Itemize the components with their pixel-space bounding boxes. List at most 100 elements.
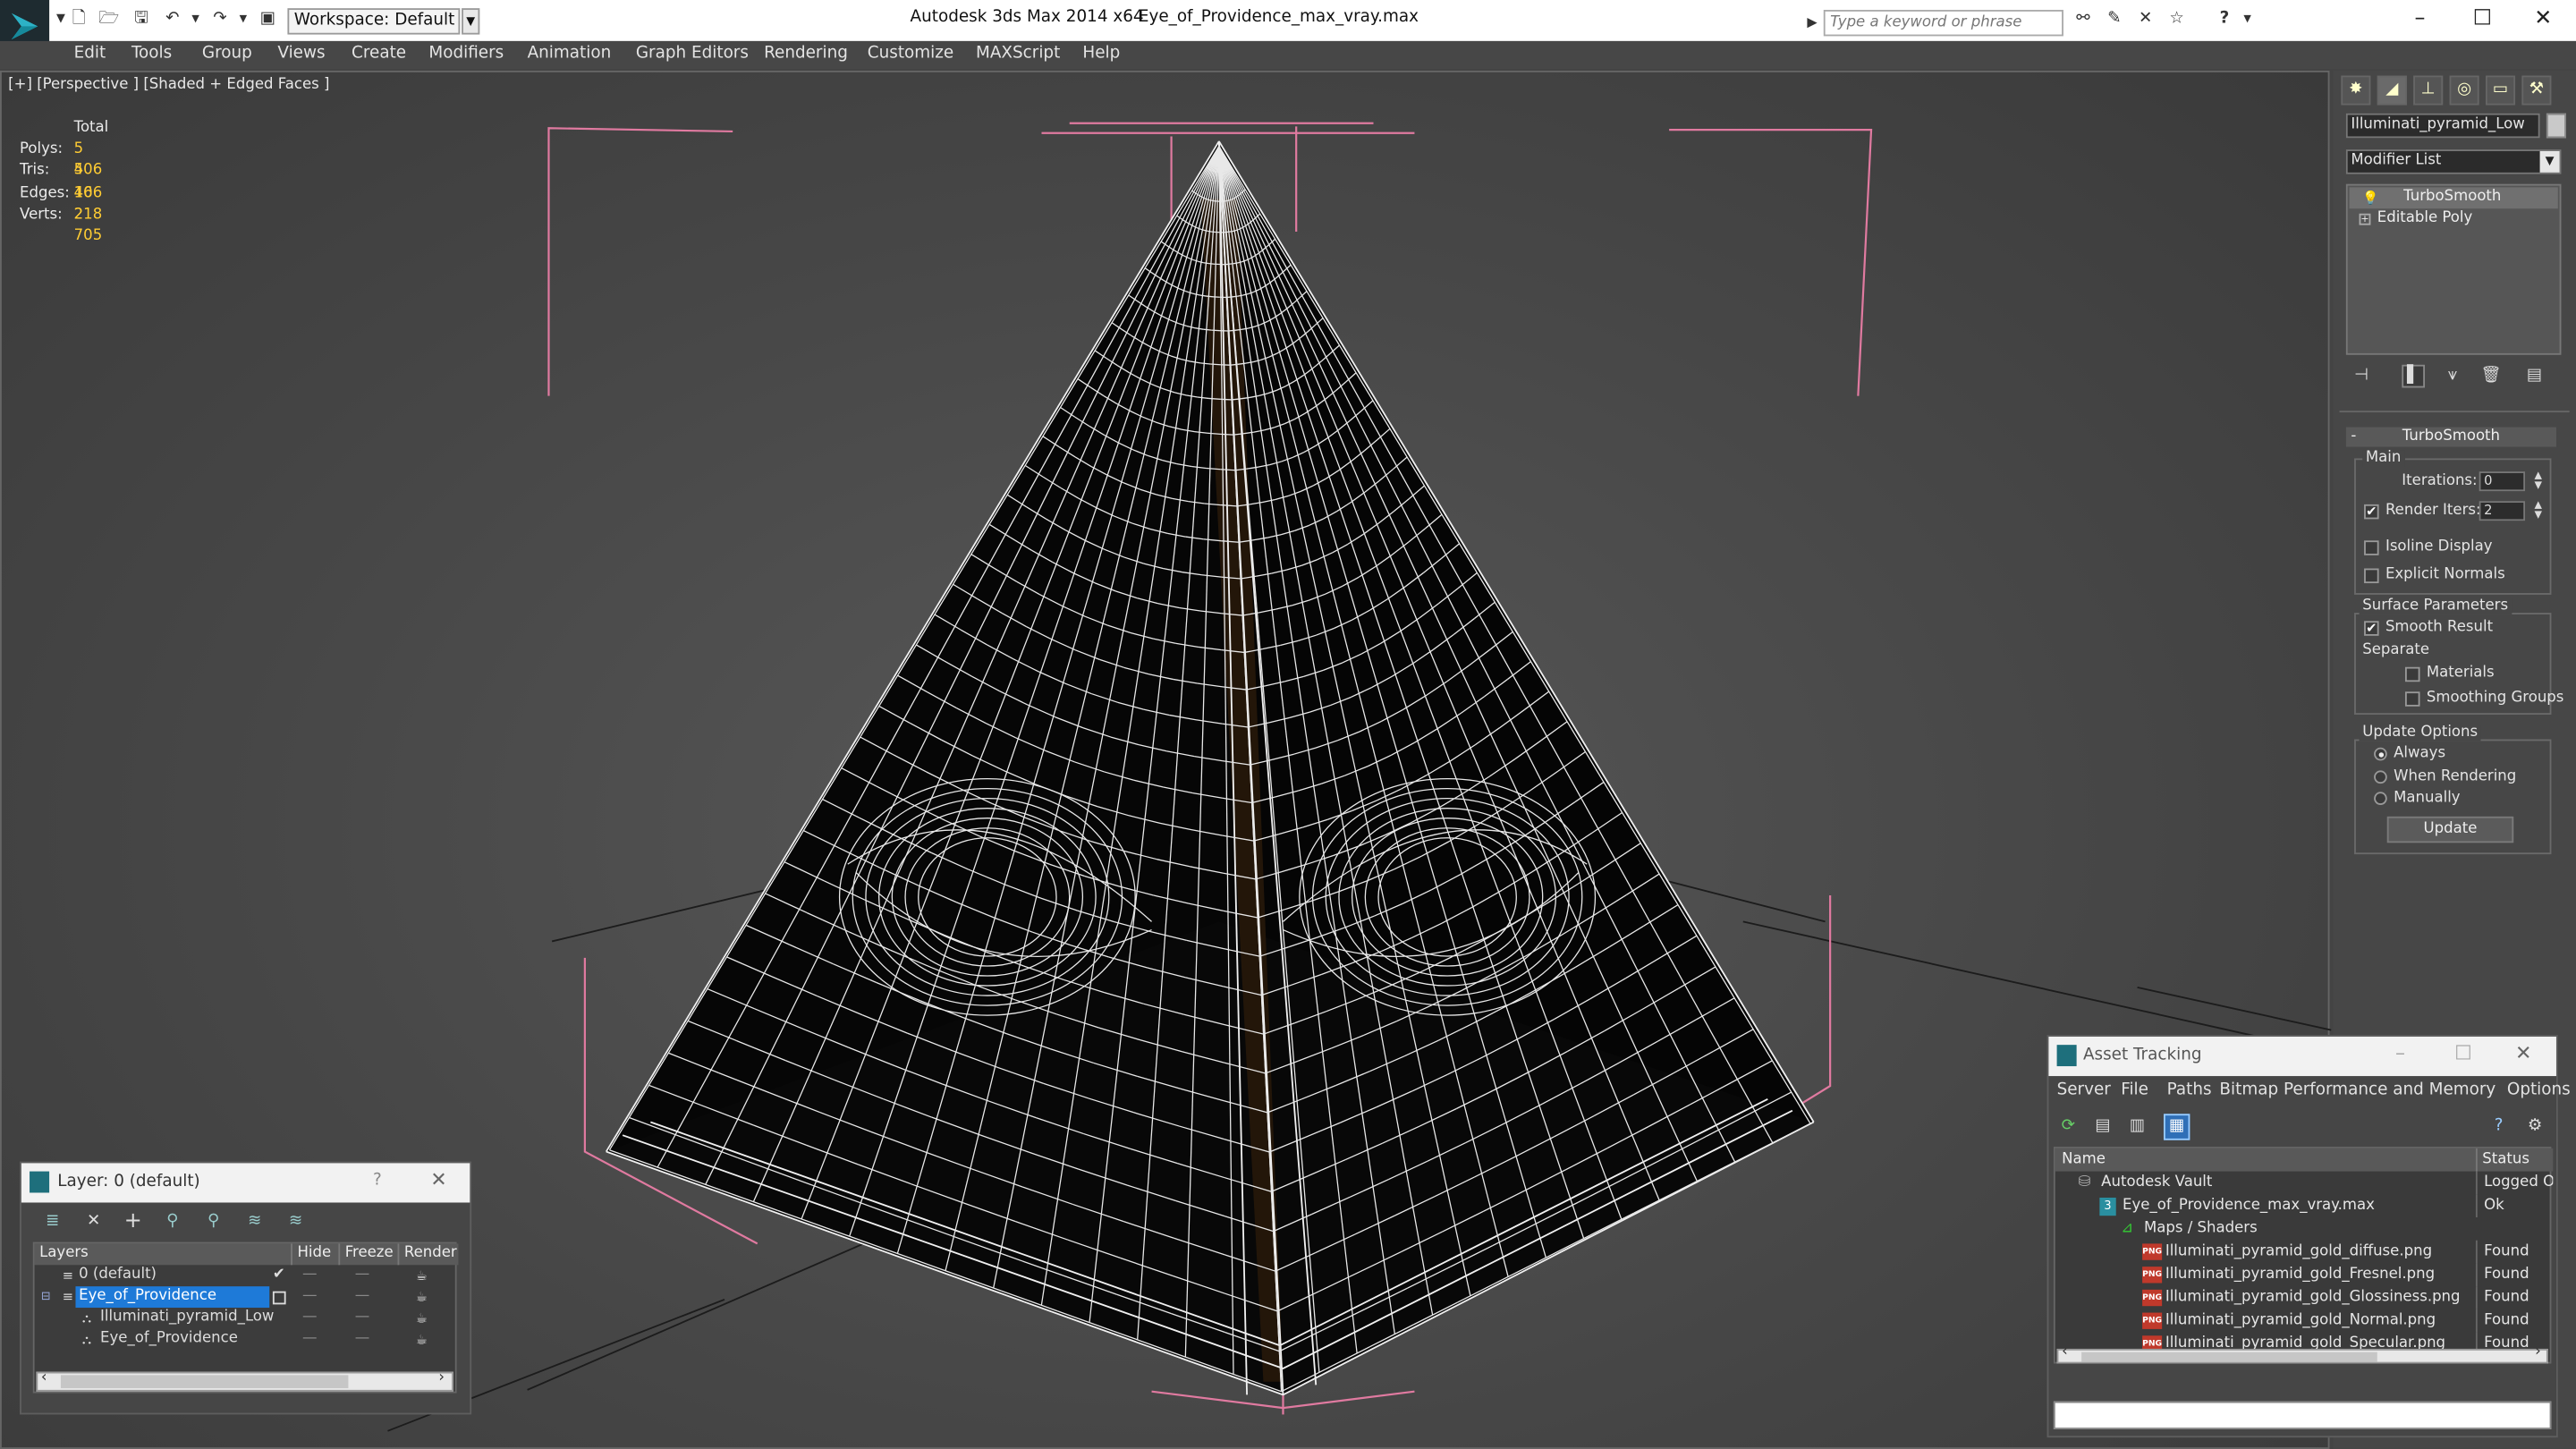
remove-modifier-icon[interactable]: 🗑 xyxy=(2480,367,2501,385)
hide-toggle[interactable]: — xyxy=(302,1329,318,1351)
layer-help-icon[interactable]: ? xyxy=(373,1172,382,1190)
menu-rendering[interactable]: Rendering xyxy=(764,45,848,63)
delete-layer-icon[interactable]: ✕ xyxy=(84,1213,104,1233)
refresh-icon[interactable]: ⟳ xyxy=(2058,1117,2078,1137)
iterations-spinner-arrows-icon[interactable]: ▲ ▼ xyxy=(2531,470,2545,491)
collapse-minus-icon[interactable]: - xyxy=(2351,428,2356,447)
col-status[interactable]: Status xyxy=(2482,1148,2529,1172)
scroll-left-icon[interactable]: ‹ xyxy=(41,1370,47,1386)
freeze-toggle[interactable]: — xyxy=(355,1286,370,1308)
asset-horizontal-scrollbar[interactable]: ‹ › xyxy=(2056,1343,2548,1364)
favorites-star-icon[interactable]: ☆ xyxy=(2165,10,2189,28)
scroll-left-icon[interactable]: ‹ xyxy=(2062,1343,2068,1360)
active-layer-box[interactable] xyxy=(272,1291,286,1305)
search-input[interactable]: Type a keyword or phrase xyxy=(1823,10,2063,37)
collapse-icon[interactable]: ⊟ xyxy=(41,1286,51,1308)
list-view-icon[interactable]: ▤ xyxy=(2093,1117,2113,1137)
asset-row[interactable]: PNG Illuminati_pyramid_gold_Normal.png Fou… xyxy=(2055,1309,2554,1333)
turbosmooth-rollout-header[interactable]: - TurboSmooth xyxy=(2345,427,2556,447)
layer-window-titlebar[interactable]: Layer: 0 (default) ? ✕ xyxy=(21,1163,470,1203)
update-button[interactable]: Update xyxy=(2386,816,2514,843)
asset-row[interactable]: ⛁ Autodesk Vault Logged O xyxy=(2055,1171,2553,1195)
render-teapot-icon[interactable]: ☕ xyxy=(416,1308,428,1329)
asset-menu-file[interactable]: File xyxy=(2121,1081,2148,1099)
col-render[interactable]: Render xyxy=(404,1243,457,1265)
highlight-layer-icon[interactable]: ⚲ xyxy=(204,1213,224,1233)
scroll-right-icon[interactable]: › xyxy=(438,1370,445,1386)
iterations-spinner[interactable]: 0 xyxy=(2479,471,2526,492)
always-radio[interactable] xyxy=(2374,747,2387,761)
app-menu-arrow-icon[interactable]: ▼ xyxy=(51,10,71,28)
search-expand-icon[interactable]: ▶ xyxy=(1807,10,1822,36)
redo-arrow-icon[interactable]: ▼ xyxy=(233,10,253,28)
asset-tracking-titlebar[interactable]: Asset Tracking – ☐ ✕ xyxy=(2048,1036,2556,1077)
layer-horizontal-scrollbar[interactable]: ‹ › xyxy=(36,1370,453,1392)
freeze-toggle[interactable]: — xyxy=(355,1329,370,1351)
object-color-swatch[interactable] xyxy=(2546,113,2566,139)
redo-icon[interactable]: ↷ xyxy=(210,10,230,28)
stack-item-turbosmooth[interactable]: 💡 TurboSmooth xyxy=(2349,187,2558,209)
undo-arrow-icon[interactable]: ▼ xyxy=(186,10,206,28)
hierarchy-tab-icon[interactable]: ⊥ xyxy=(2413,75,2444,106)
asset-close-icon[interactable]: ✕ xyxy=(2515,1041,2531,1064)
asset-maximize-icon[interactable]: ☐ xyxy=(2454,1041,2472,1064)
communication-center-icon[interactable]: ✕ xyxy=(2134,10,2157,28)
asset-menu-bitmap[interactable]: Bitmap Performance and Memory xyxy=(2219,1081,2496,1099)
menu-customize[interactable]: Customize xyxy=(868,45,953,63)
undo-icon[interactable]: ↶ xyxy=(163,10,182,28)
col-name[interactable]: Name xyxy=(2062,1148,2106,1172)
open-file-icon[interactable]: 🗁 xyxy=(98,10,119,28)
select-in-layer-icon[interactable]: ⚲ xyxy=(163,1213,182,1233)
configure-sets-icon[interactable]: ▤ xyxy=(2527,367,2542,385)
col-freeze[interactable]: Freeze xyxy=(345,1243,394,1265)
minimize-icon[interactable]: – xyxy=(2403,5,2436,35)
menu-edit[interactable]: Edit xyxy=(74,45,106,63)
menu-modifiers[interactable]: Modifiers xyxy=(428,45,504,63)
detail-view-icon[interactable]: ▥ xyxy=(2128,1117,2148,1137)
modifier-list-dropdown[interactable]: Modifier List xyxy=(2345,149,2562,174)
display-tab-icon[interactable]: ▭ xyxy=(2485,75,2516,106)
render-teapot-icon[interactable]: ☕ xyxy=(416,1265,428,1286)
binoculars-icon[interactable]: ⚯ xyxy=(2072,10,2095,28)
make-unique-icon[interactable]: ⩛ xyxy=(2448,367,2457,385)
menu-help[interactable]: Help xyxy=(1082,45,1120,63)
project-folder-icon[interactable]: ▣ xyxy=(258,10,277,28)
object-name-field[interactable]: Illuminati_pyramid_Low xyxy=(2345,113,2540,139)
asset-menu-server[interactable]: Server xyxy=(2057,1081,2111,1099)
asset-row[interactable]: PNG Illuminati_pyramid_gold_diffuse.png Fo… xyxy=(2055,1240,2554,1264)
hide-toggle[interactable]: — xyxy=(302,1308,318,1329)
asset-help-icon[interactable]: ? xyxy=(2489,1117,2509,1137)
manually-radio[interactable] xyxy=(2374,792,2387,805)
asset-row[interactable]: ⊿ Maps / Shaders xyxy=(2055,1217,2554,1241)
layer-row[interactable]: ⛬ Eye_of_Providence — — ☕ xyxy=(35,1329,459,1351)
asset-menu-options[interactable]: Options xyxy=(2507,1081,2571,1099)
freeze-all-layers-icon[interactable]: ≋ xyxy=(286,1213,306,1233)
expand-plus-icon[interactable]: + xyxy=(2359,213,2371,225)
layer-row[interactable]: ⊟ ≡ Eye_of_Providence — — ☕ xyxy=(35,1286,459,1309)
add-to-layer-icon[interactable]: + xyxy=(123,1211,143,1233)
menu-views[interactable]: Views xyxy=(277,45,325,63)
render-iters-spinner-arrows-icon[interactable]: ▲ ▼ xyxy=(2531,500,2545,521)
workspace-dropdown[interactable]: Workspace: Default xyxy=(287,8,461,35)
hide-all-layers-icon[interactable]: ≋ xyxy=(245,1213,265,1233)
explicit-normals-checkbox[interactable] xyxy=(2364,568,2379,584)
asset-settings-icon[interactable]: ⚙ xyxy=(2525,1117,2545,1137)
menu-tools[interactable]: Tools xyxy=(131,45,172,63)
lightbulb-icon[interactable]: 💡 xyxy=(2362,187,2378,208)
active-layer-check-icon[interactable]: ✔ xyxy=(273,1265,285,1286)
col-hide[interactable]: Hide xyxy=(297,1243,331,1265)
menu-create[interactable]: Create xyxy=(352,45,406,63)
asset-path-field[interactable] xyxy=(2053,1401,2552,1429)
hide-toggle[interactable]: — xyxy=(302,1286,318,1308)
scroll-thumb[interactable] xyxy=(2081,1352,2377,1362)
render-iters-checkbox[interactable]: ✔ xyxy=(2364,504,2379,520)
layer-close-icon[interactable]: ✕ xyxy=(430,1168,446,1191)
render-teapot-icon[interactable]: ☕ xyxy=(416,1329,428,1351)
maximize-icon[interactable]: ☐ xyxy=(2466,5,2499,35)
layer-row[interactable]: ≡ 0 (default) ✔ — — ☕ xyxy=(35,1265,459,1286)
asset-row[interactable]: 3 Eye_of_Providence_max_vray.max Ok xyxy=(2055,1194,2554,1218)
render-iters-spinner[interactable]: 2 xyxy=(2479,501,2526,521)
viewport-label[interactable]: [+] [Perspective ] [Shaded + Edged Faces… xyxy=(8,77,329,93)
materials-checkbox[interactable] xyxy=(2404,666,2420,682)
pin-stack-icon[interactable]: ⊣ xyxy=(2354,367,2368,385)
